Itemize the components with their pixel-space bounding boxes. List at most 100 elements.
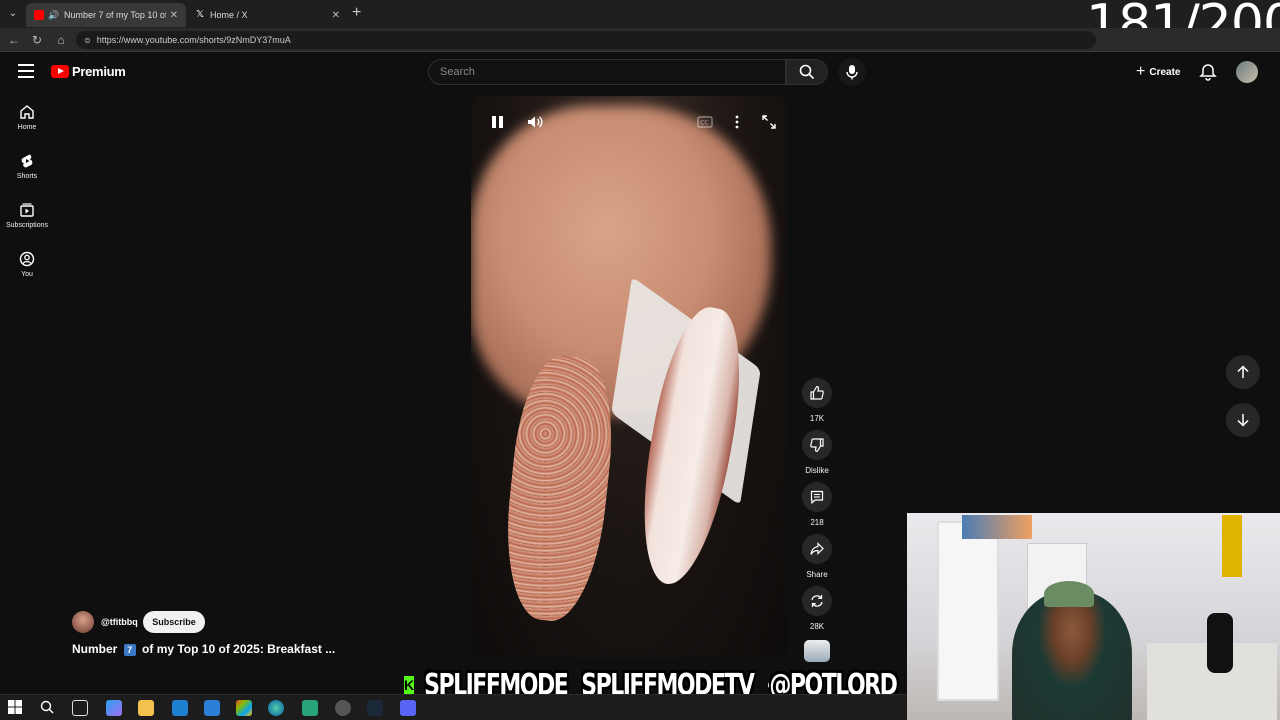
create-button[interactable]: + Create <box>1128 60 1188 84</box>
windows-start-icon[interactable] <box>8 700 24 716</box>
arrow-down-icon <box>1237 414 1249 427</box>
youtube-header: Premium + Create <box>0 52 1280 92</box>
share-label: Share <box>806 570 828 579</box>
home-browser-icon[interactable]: ⌂ <box>53 32 69 48</box>
search-button[interactable] <box>786 59 828 85</box>
share-button[interactable] <box>802 534 832 564</box>
youtube-play-logo-icon <box>51 65 69 78</box>
tab-list-chevron-icon[interactable]: ⌄ <box>4 5 22 23</box>
next-short-button[interactable] <box>1226 403 1260 437</box>
comments-button[interactable] <box>802 482 832 512</box>
webcam-poster <box>962 515 1032 539</box>
like-action: 17K <box>800 378 834 430</box>
edge-browser-icon[interactable] <box>268 700 284 716</box>
thumbs-up-icon <box>810 386 824 400</box>
kick-logo-icon: K <box>404 676 415 694</box>
subscribe-button[interactable]: Subscribe <box>143 611 205 633</box>
volume-button[interactable] <box>525 112 545 132</box>
more-vertical-icon <box>735 115 739 129</box>
sidebar-item-label: You <box>21 271 33 278</box>
pause-button[interactable] <box>487 112 507 132</box>
fullscreen-button[interactable] <box>759 112 779 132</box>
tab-close-icon[interactable]: ✕ <box>332 10 340 21</box>
steam-icon[interactable] <box>367 700 383 716</box>
url-field[interactable]: ⊜ https://www.youtube.com/shorts/9zNmDY3… <box>76 31 1096 49</box>
channel-name[interactable]: @tfitbbq <box>101 617 138 627</box>
mail-app-icon[interactable] <box>172 700 188 716</box>
webcam-window <box>937 521 999 701</box>
short-title[interactable]: Number 7 of my Top 10 of 2025: Breakfast… <box>72 642 335 656</box>
obs-icon[interactable] <box>335 700 351 716</box>
remix-count: 28K <box>809 622 825 631</box>
tab-title: Home / X <box>210 10 248 20</box>
dislike-action: Dislike <box>800 430 834 482</box>
short-actions: 17K Dislike 218 Share 28K <box>800 378 834 638</box>
captions-button[interactable]: CC <box>695 112 715 132</box>
menu-hamburger-icon[interactable] <box>18 64 34 78</box>
dislike-label: Dislike <box>805 466 829 475</box>
sound-thumbnail[interactable] <box>804 640 830 662</box>
search-icon <box>799 64 815 80</box>
copilot-icon[interactable] <box>106 700 122 716</box>
audio-playing-icon[interactable]: 🔊 <box>48 10 60 20</box>
store-icon[interactable] <box>204 700 220 716</box>
notifications-button[interactable] <box>1198 62 1218 82</box>
remix-action: 28K <box>800 586 834 638</box>
create-label: Create <box>1149 66 1181 78</box>
site-info-icon[interactable]: ⊜ <box>84 36 91 45</box>
task-view-icon[interactable] <box>72 700 88 716</box>
tab-x[interactable]: 𝕏 Home / X ✕ <box>188 3 348 27</box>
comment-count: 218 <box>810 518 824 527</box>
youtube-logo[interactable]: Premium <box>51 64 126 79</box>
short-video-player[interactable]: CC <box>471 96 787 658</box>
home-icon <box>20 105 34 119</box>
tab-youtube[interactable]: 🔊 Number 7 of my Top 10 of 2 ✕ <box>26 3 186 27</box>
remix-button[interactable] <box>802 586 832 616</box>
title-suffix: of my Top 10 of 2025: Breakfast ... <box>142 642 336 656</box>
microphone-icon <box>846 65 858 80</box>
youtube-favicon-icon <box>34 10 44 20</box>
file-explorer-icon[interactable] <box>138 700 154 716</box>
sidebar-item-label: Shorts <box>16 173 38 180</box>
channel-avatar[interactable] <box>72 611 94 633</box>
keycap-number-badge: 7 <box>123 644 136 656</box>
new-tab-plus-icon[interactable]: + <box>352 4 361 22</box>
share-action: Share <box>800 534 834 586</box>
voice-search-button[interactable] <box>838 58 866 86</box>
tab-close-icon[interactable]: ✕ <box>170 10 178 21</box>
comments-action: 218 <box>800 482 834 534</box>
sidebar-item-you[interactable]: You <box>0 243 54 292</box>
like-count: 17K <box>809 414 825 423</box>
webcam-microphone <box>1207 613 1233 673</box>
like-button[interactable] <box>802 378 832 408</box>
volume-icon <box>528 116 543 128</box>
sidebar-item-subscriptions[interactable]: Subscriptions <box>0 194 54 243</box>
plus-icon: + <box>1136 63 1146 80</box>
address-bar-row: ← ↻ ⌂ ⊜ https://www.youtube.com/shorts/9… <box>0 28 1280 52</box>
taskbar-search-icon[interactable] <box>40 700 56 716</box>
tab-title: Number 7 of my Top 10 of 2 <box>64 10 166 20</box>
title-prefix: Number <box>72 642 118 656</box>
dislike-button[interactable] <box>802 430 832 460</box>
logo-text: Premium <box>72 64 126 79</box>
x-favicon-icon: 𝕏 <box>196 9 205 20</box>
more-options-button[interactable] <box>727 112 747 132</box>
you-icon <box>19 251 35 267</box>
microsoft-365-icon[interactable] <box>236 700 252 716</box>
subscriptions-icon <box>20 203 34 217</box>
search-input[interactable] <box>440 66 785 78</box>
reload-icon[interactable]: ↻ <box>29 32 45 48</box>
app-green-icon[interactable] <box>302 700 318 716</box>
sidebar-item-shorts[interactable]: Shorts <box>0 145 54 194</box>
account-avatar[interactable] <box>1236 61 1258 83</box>
remix-icon <box>811 595 823 607</box>
expand-icon <box>762 115 776 129</box>
previous-short-button[interactable] <box>1226 355 1260 389</box>
webcam-banner <box>1222 515 1242 577</box>
comment-icon <box>810 490 824 504</box>
search-box[interactable] <box>428 59 786 85</box>
streamer-webcam <box>907 513 1280 720</box>
discord-icon[interactable] <box>400 700 416 716</box>
back-arrow-icon[interactable]: ← <box>6 32 22 48</box>
sidebar-item-home[interactable]: Home <box>0 96 54 145</box>
